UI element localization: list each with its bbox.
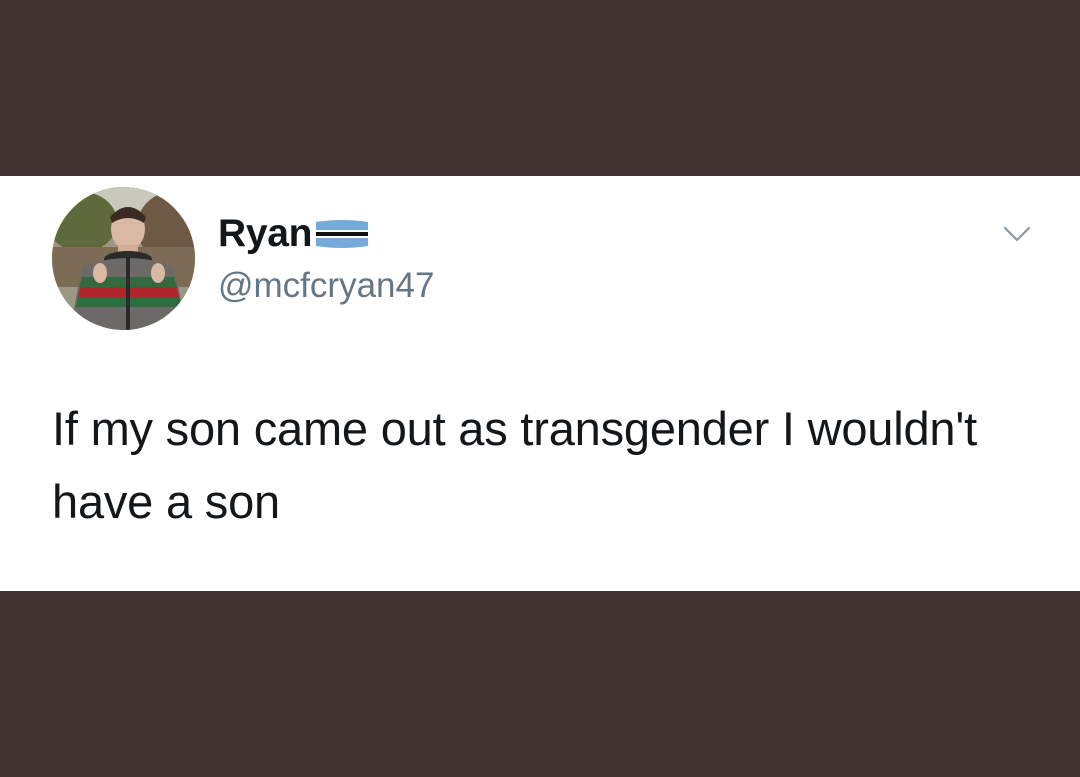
avatar[interactable] [52,187,195,330]
display-name[interactable]: Ryan [218,212,312,256]
author-row: Ryan [218,210,370,258]
user-handle[interactable]: @mcfcryan47 [218,266,434,306]
tweet-text: If my son came out as transgender I woul… [52,402,977,528]
chevron-down-icon[interactable] [1002,224,1032,244]
avatar-image [52,187,195,330]
botswana-flag-icon [314,218,370,255]
